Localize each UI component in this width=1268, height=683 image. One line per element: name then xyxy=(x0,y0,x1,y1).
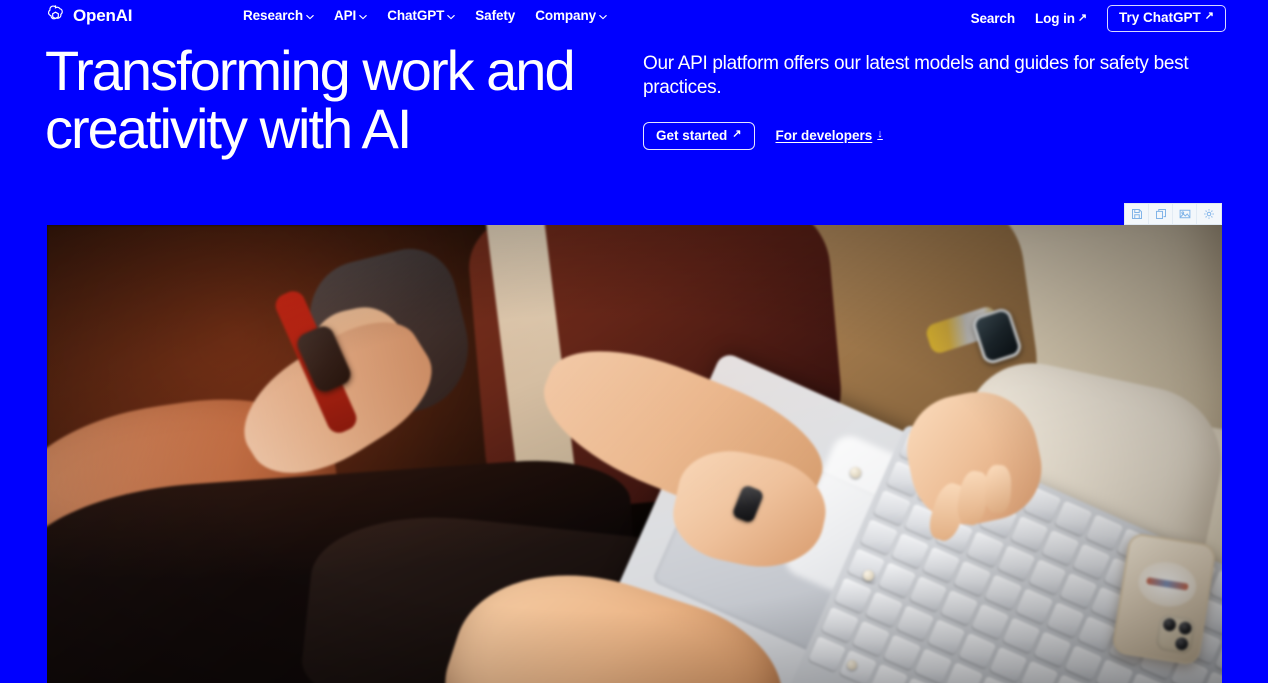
nav-item-safety[interactable]: Safety xyxy=(475,8,515,23)
try-chatgpt-label: Try ChatGPT xyxy=(1119,10,1201,25)
nav-item-company[interactable]: Company xyxy=(535,8,607,23)
hero-title-line-1: Transforming work and xyxy=(45,39,576,102)
floating-image-toolbar xyxy=(1124,203,1222,225)
nav-item-api[interactable]: API xyxy=(334,8,367,23)
hero-right-column: Our API platform offers our latest model… xyxy=(643,52,1223,151)
nav-item-safety-label: Safety xyxy=(475,8,516,23)
try-chatgpt-button[interactable]: Try ChatGPT ↗ xyxy=(1107,5,1226,32)
brand-logo-link[interactable]: OpenAI xyxy=(45,5,132,26)
hero-image xyxy=(47,225,1222,683)
nav-item-api-label: API xyxy=(334,8,357,23)
nav-item-research[interactable]: Research xyxy=(243,8,314,23)
save-icon[interactable] xyxy=(1125,204,1149,224)
page-title: Transforming work and creativity with AI xyxy=(45,42,645,157)
nav-item-chatgpt-label: ChatGPT xyxy=(387,8,445,23)
openai-blossom-logo-icon xyxy=(45,5,66,26)
nav-item-company-label: Company xyxy=(535,8,597,23)
brand-name-text: OpenAI xyxy=(73,6,133,25)
chevron-down-icon xyxy=(599,13,607,21)
arrow-up-right-icon: ↗ xyxy=(1204,10,1214,23)
hero-subtitle: Our API platform offers our latest model… xyxy=(643,53,1189,99)
copy-icon[interactable] xyxy=(1149,204,1173,224)
for-developers-label: For developers xyxy=(775,128,873,144)
nav-item-chatgpt[interactable]: ChatGPT xyxy=(387,8,456,23)
primary-nav-links: Research API ChatGPT Safety Company xyxy=(243,8,607,23)
get-started-button[interactable]: Get started ↗ xyxy=(643,121,755,151)
settings-gear-icon[interactable] xyxy=(1197,204,1221,224)
hero-actions: Get started ↗ For developers ↓ xyxy=(643,121,1223,151)
arrow-up-right-icon: ↗ xyxy=(1077,11,1088,24)
chevron-down-icon xyxy=(359,13,367,21)
search-label: Search xyxy=(970,10,1016,26)
for-developers-link[interactable]: For developers ↓ xyxy=(776,129,883,143)
image-icon[interactable] xyxy=(1173,204,1197,224)
hero-title-line-2: creativity with AI xyxy=(45,96,412,160)
login-link[interactable]: Log in ↗ xyxy=(1035,11,1087,26)
hero-photo-illustration xyxy=(47,225,1222,683)
nav-actions: Search Log in ↗ Try ChatGPT ↗ xyxy=(971,5,1226,32)
arrow-up-right-icon: ↗ xyxy=(732,127,742,140)
chevron-down-icon xyxy=(306,13,314,21)
login-label: Log in xyxy=(1035,10,1075,26)
nav-item-research-label: Research xyxy=(243,8,303,23)
arrow-down-icon: ↓ xyxy=(877,128,883,141)
chevron-down-icon xyxy=(447,13,456,21)
top-navigation-bar: OpenAI Research API ChatGPT Safety Compa… xyxy=(0,0,1268,34)
openai-homepage: OpenAI Research API ChatGPT Safety Compa… xyxy=(0,0,1268,683)
search-button[interactable]: Search xyxy=(970,10,1016,26)
get-started-label: Get started xyxy=(656,127,728,143)
